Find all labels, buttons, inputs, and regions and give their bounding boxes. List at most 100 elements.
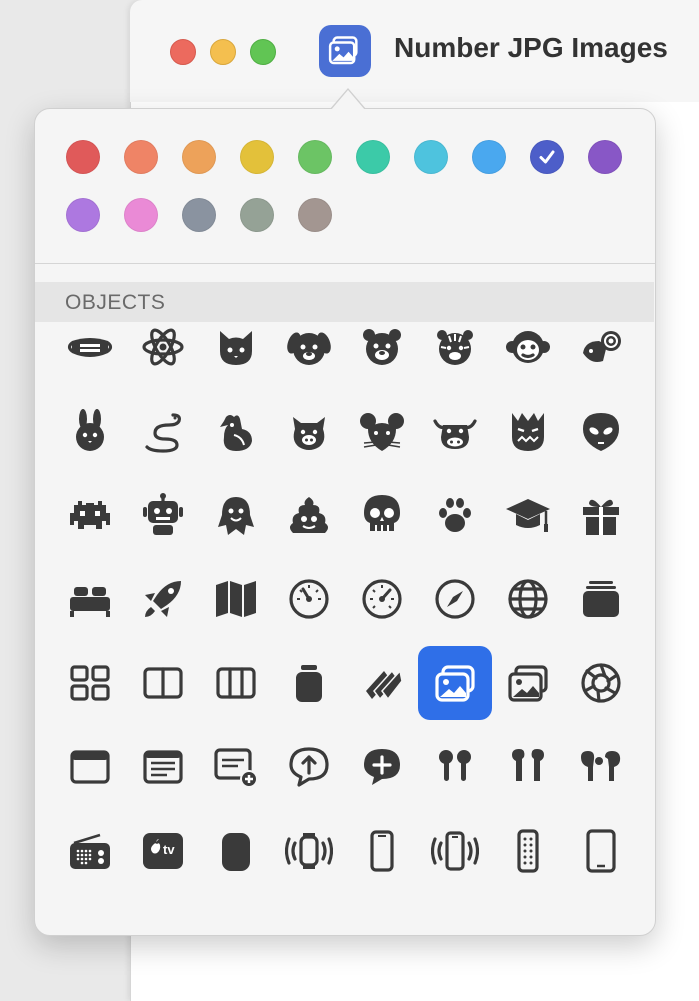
color-swatch-purple[interactable] bbox=[588, 140, 622, 174]
section-title: OBJECTS bbox=[65, 291, 166, 314]
color-swatch-lavender[interactable] bbox=[66, 198, 100, 232]
icon-option-apple-tv[interactable]: tv bbox=[126, 814, 200, 888]
icon-option-ghost[interactable] bbox=[199, 478, 273, 552]
icon-option-earbuds[interactable] bbox=[418, 730, 492, 804]
color-swatch-teal[interactable] bbox=[356, 140, 390, 174]
color-swatch-green[interactable] bbox=[298, 140, 332, 174]
icon-option-pig-face[interactable] bbox=[272, 394, 346, 468]
card-stack-icon bbox=[366, 669, 403, 701]
folder-icon-button[interactable] bbox=[319, 25, 371, 77]
color-swatch-pink[interactable] bbox=[124, 198, 158, 232]
icon-option-card-stack[interactable] bbox=[345, 646, 419, 720]
pig-face-icon bbox=[293, 417, 325, 450]
icon-option-photos[interactable] bbox=[491, 646, 565, 720]
color-swatch-coral[interactable] bbox=[124, 140, 158, 174]
color-swatch-cyan[interactable] bbox=[414, 140, 448, 174]
icon-option-rat-face[interactable] bbox=[345, 394, 419, 468]
apple-tv-icon: tv bbox=[143, 833, 183, 869]
icon-option-earbuds-max[interactable] bbox=[564, 730, 638, 804]
zoom-window-button[interactable] bbox=[250, 39, 276, 65]
icon-option-monkey-face[interactable] bbox=[491, 322, 565, 384]
gift-icon bbox=[583, 499, 619, 535]
icon-option-gift[interactable] bbox=[564, 478, 638, 552]
alien-face-icon bbox=[583, 413, 619, 451]
icon-option-add-window[interactable] bbox=[199, 730, 273, 804]
rabbit-face-icon bbox=[76, 409, 104, 451]
icon-option-earbuds-pro[interactable] bbox=[491, 730, 565, 804]
snake-icon bbox=[145, 413, 181, 453]
icon-option-dog-face[interactable] bbox=[272, 322, 346, 384]
color-swatch-taupe[interactable] bbox=[298, 198, 332, 232]
icon-option-cat-face[interactable] bbox=[199, 322, 273, 384]
color-swatch-orange[interactable] bbox=[182, 140, 216, 174]
icon-option-text-window[interactable] bbox=[126, 730, 200, 804]
cat-face-icon bbox=[220, 331, 252, 365]
text-window-icon bbox=[143, 750, 183, 784]
color-swatch-yellow[interactable] bbox=[240, 140, 274, 174]
icon-option-atom[interactable] bbox=[126, 322, 200, 384]
icon-option-paw-print[interactable] bbox=[418, 478, 492, 552]
color-swatch-sage[interactable] bbox=[240, 198, 274, 232]
icon-option-tablet[interactable] bbox=[564, 814, 638, 888]
icon-option-window[interactable] bbox=[53, 730, 127, 804]
icon-option-alien-face[interactable] bbox=[564, 394, 638, 468]
icon-option-map[interactable] bbox=[199, 562, 273, 636]
icon-option-bed[interactable] bbox=[53, 562, 127, 636]
icon-grid: tv bbox=[35, 322, 654, 922]
icon-option-grid-2x2[interactable] bbox=[53, 646, 127, 720]
close-window-button[interactable] bbox=[170, 39, 196, 65]
map-icon bbox=[216, 581, 256, 617]
color-swatch-red[interactable] bbox=[66, 140, 100, 174]
icon-option-gauge-low[interactable] bbox=[272, 562, 346, 636]
skull-icon bbox=[364, 495, 400, 531]
icon-option-watch-waves[interactable] bbox=[272, 814, 346, 888]
color-swatch-slate[interactable] bbox=[182, 198, 216, 232]
phone-icon bbox=[370, 830, 394, 872]
icon-option-columns-2[interactable] bbox=[126, 646, 200, 720]
icon-option-globe[interactable] bbox=[491, 562, 565, 636]
share-bubble-icon bbox=[289, 747, 329, 787]
icon-option-columns-3[interactable] bbox=[199, 646, 273, 720]
robot-icon bbox=[143, 493, 183, 535]
icon-option-skull[interactable] bbox=[345, 478, 419, 552]
icon-option-face-mask[interactable] bbox=[53, 322, 127, 384]
icon-option-gauge-high[interactable] bbox=[345, 562, 419, 636]
color-swatch-indigo[interactable] bbox=[530, 140, 564, 174]
icon-option-photo-stack[interactable] bbox=[418, 646, 492, 720]
earbuds-pro-icon bbox=[512, 749, 544, 781]
icon-option-rooster[interactable] bbox=[199, 394, 273, 468]
dragon-face-icon bbox=[512, 413, 544, 451]
icon-option-jar[interactable] bbox=[272, 646, 346, 720]
icon-option-add-bubble[interactable] bbox=[345, 730, 419, 804]
icon-option-rocket[interactable] bbox=[126, 562, 200, 636]
icon-option-snake[interactable] bbox=[126, 394, 200, 468]
icon-option-phone-waves[interactable] bbox=[418, 814, 492, 888]
phone-waves-icon bbox=[431, 831, 479, 871]
minimize-window-button[interactable] bbox=[210, 39, 236, 65]
icon-option-bear-face[interactable] bbox=[345, 322, 419, 384]
icon-option-tiger-face[interactable] bbox=[418, 322, 492, 384]
face-mask-icon bbox=[67, 338, 113, 357]
color-swatch-blue[interactable] bbox=[472, 140, 506, 174]
icon-option-robot[interactable] bbox=[126, 478, 200, 552]
earbuds-icon bbox=[439, 750, 471, 781]
icon-option-dragon-face[interactable] bbox=[491, 394, 565, 468]
icon-option-homepod[interactable] bbox=[199, 814, 273, 888]
icon-option-phone[interactable] bbox=[345, 814, 419, 888]
icon-option-stack[interactable] bbox=[564, 562, 638, 636]
tablet-icon bbox=[586, 829, 616, 873]
icon-option-rabbit-face[interactable] bbox=[53, 394, 127, 468]
icon-option-space-invader[interactable] bbox=[53, 478, 127, 552]
ghost-icon bbox=[218, 497, 254, 535]
icon-option-ox-face[interactable] bbox=[418, 394, 492, 468]
gauge-high-icon bbox=[362, 579, 402, 619]
icon-option-poo[interactable] bbox=[272, 478, 346, 552]
icon-option-graduation-cap[interactable] bbox=[491, 478, 565, 552]
icon-option-camera-aperture[interactable] bbox=[564, 646, 638, 720]
stack-icon bbox=[583, 581, 619, 617]
icon-option-remote[interactable] bbox=[491, 814, 565, 888]
icon-option-ram[interactable] bbox=[564, 322, 638, 384]
icon-option-radio[interactable] bbox=[53, 814, 127, 888]
icon-option-share-bubble[interactable] bbox=[272, 730, 346, 804]
icon-option-compass[interactable] bbox=[418, 562, 492, 636]
